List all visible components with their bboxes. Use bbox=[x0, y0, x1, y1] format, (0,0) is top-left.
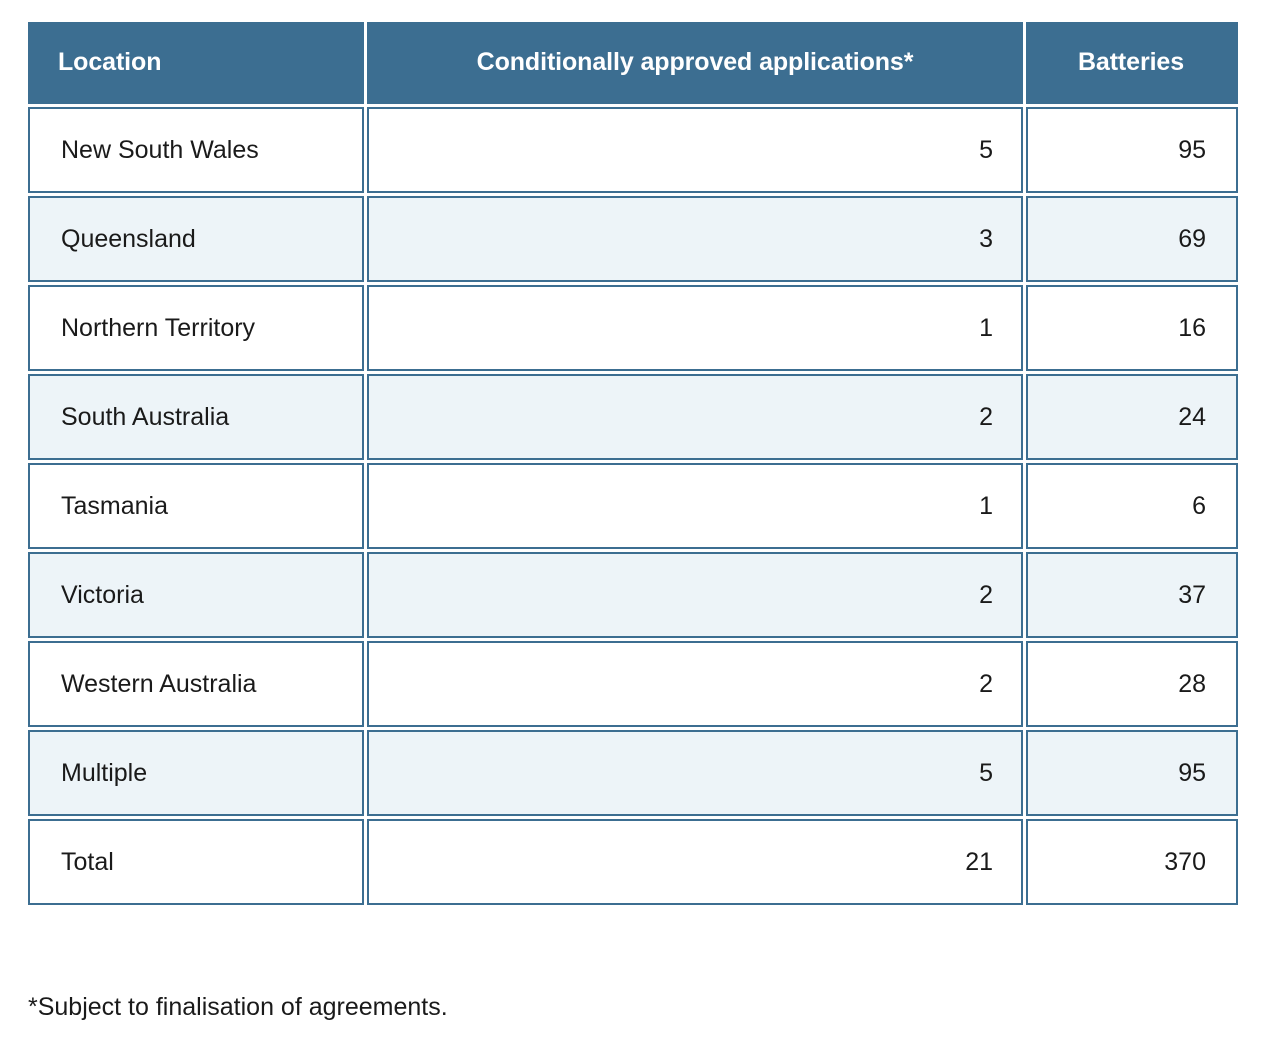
cell-location: Queensland bbox=[28, 196, 364, 282]
cell-applications: 5 bbox=[367, 730, 1023, 816]
cell-batteries: 6 bbox=[1026, 463, 1238, 549]
table-footnote: *Subject to finalisation of agreements. bbox=[28, 993, 448, 1021]
cell-location: Western Australia bbox=[28, 641, 364, 727]
table-row: Western Australia 2 28 bbox=[28, 641, 1238, 727]
table-row: Northern Territory 1 16 bbox=[28, 285, 1238, 371]
cell-batteries: 69 bbox=[1026, 196, 1238, 282]
cell-location: Tasmania bbox=[28, 463, 364, 549]
column-header-batteries: Batteries bbox=[1026, 22, 1238, 104]
cell-applications: 5 bbox=[367, 107, 1023, 193]
table-page: Location Conditionally approved applicat… bbox=[0, 0, 1276, 1042]
cell-location: New South Wales bbox=[28, 107, 364, 193]
table-row: Queensland 3 69 bbox=[28, 196, 1238, 282]
cell-applications: 1 bbox=[367, 285, 1023, 371]
cell-batteries: 16 bbox=[1026, 285, 1238, 371]
cell-location: Northern Territory bbox=[28, 285, 364, 371]
cell-location: South Australia bbox=[28, 374, 364, 460]
cell-applications: 21 bbox=[367, 819, 1023, 905]
cell-applications: 3 bbox=[367, 196, 1023, 282]
table-row: Tasmania 1 6 bbox=[28, 463, 1238, 549]
cell-location: Multiple bbox=[28, 730, 364, 816]
cell-batteries: 95 bbox=[1026, 730, 1238, 816]
table-row: Victoria 2 37 bbox=[28, 552, 1238, 638]
column-header-location: Location bbox=[28, 22, 364, 104]
conditionally-approved-applications-table: Location Conditionally approved applicat… bbox=[25, 19, 1241, 908]
table-row: South Australia 2 24 bbox=[28, 374, 1238, 460]
cell-batteries: 28 bbox=[1026, 641, 1238, 727]
table-row: Multiple 5 95 bbox=[28, 730, 1238, 816]
table-body: New South Wales 5 95 Queensland 3 69 Northern … bbox=[28, 107, 1238, 905]
table-row: New South Wales 5 95 bbox=[28, 107, 1238, 193]
table-header: Location Conditionally approved applicat… bbox=[28, 22, 1238, 104]
cell-location: Victoria bbox=[28, 552, 364, 638]
cell-location: Total bbox=[28, 819, 364, 905]
cell-applications: 2 bbox=[367, 374, 1023, 460]
cell-applications: 1 bbox=[367, 463, 1023, 549]
cell-batteries: 370 bbox=[1026, 819, 1238, 905]
cell-applications: 2 bbox=[367, 641, 1023, 727]
table-row: Total 21 370 bbox=[28, 819, 1238, 905]
cell-batteries: 95 bbox=[1026, 107, 1238, 193]
cell-applications: 2 bbox=[367, 552, 1023, 638]
cell-batteries: 37 bbox=[1026, 552, 1238, 638]
table-header-row: Location Conditionally approved applicat… bbox=[28, 22, 1238, 104]
column-header-applications: Conditionally approved applications* bbox=[367, 22, 1023, 104]
cell-batteries: 24 bbox=[1026, 374, 1238, 460]
